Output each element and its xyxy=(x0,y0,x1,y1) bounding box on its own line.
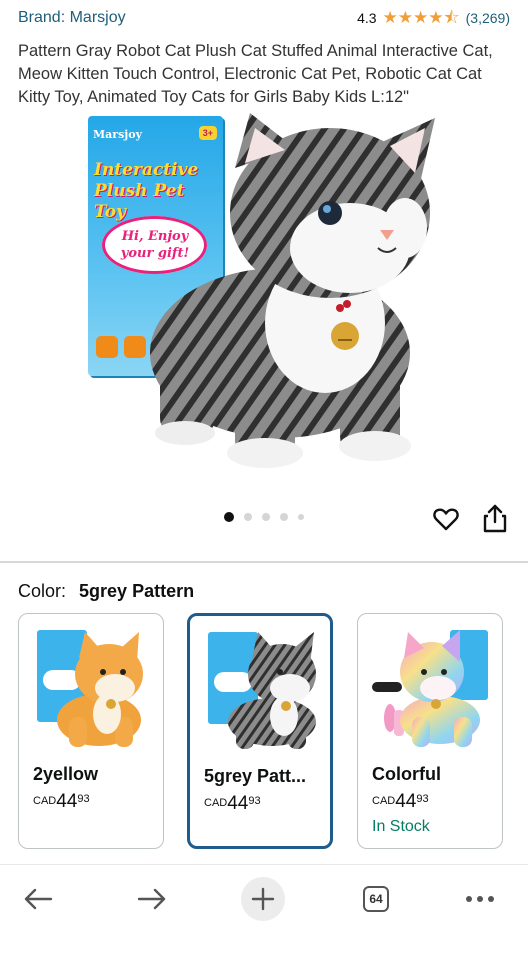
section-divider xyxy=(0,561,528,563)
back-button[interactable] xyxy=(16,877,60,921)
colorful-cat-thumbnail xyxy=(372,630,488,747)
half-star-icon: ⯪ xyxy=(443,8,460,27)
stock-status: In Stock xyxy=(372,818,430,835)
share-icon[interactable] xyxy=(482,503,508,533)
color-label: Color: xyxy=(18,581,67,601)
brand-rating-row: Brand: Marsjoy 4.3 ★ ★ ★ ★ ⯪ (3,269) xyxy=(0,0,528,40)
price-cents: 93 xyxy=(248,795,261,807)
rating-count-link[interactable]: (3,269) xyxy=(466,10,510,26)
star-icon: ★ xyxy=(397,8,414,27)
selected-color-value: 5grey Pattern xyxy=(79,581,195,601)
color-label-row: Color: 5grey Pattern xyxy=(18,581,194,602)
brand-link[interactable]: Brand: Marsjoy xyxy=(18,9,126,27)
heart-icon[interactable] xyxy=(432,505,460,533)
color-option-5grey-pattern[interactable]: 5grey Patt... CAD 44 93 xyxy=(187,613,333,849)
price-amount: 44 xyxy=(395,791,417,812)
star-icon: ★ xyxy=(382,8,398,27)
more-menu-button[interactable] xyxy=(458,877,502,921)
price-currency: CAD xyxy=(372,795,396,807)
color-option-name: 2yellow xyxy=(33,764,99,784)
color-option-name: 5grey Patt... xyxy=(204,766,307,786)
rating-value: 4.3 xyxy=(357,9,377,26)
tabs-count-badge: 64 xyxy=(363,886,389,912)
box-logo: Marsjoy xyxy=(93,128,143,141)
arrow-left-icon xyxy=(24,888,53,910)
grey-cat-plush-image xyxy=(150,113,435,468)
price-currency: CAD xyxy=(33,795,57,807)
arrow-right-icon xyxy=(137,888,166,910)
more-dots-icon xyxy=(466,896,494,902)
color-option-name: Colorful xyxy=(372,764,441,784)
yellow-cat-thumbnail xyxy=(37,630,143,747)
product-title: Pattern Gray Robot Cat Plush Cat Stuffed… xyxy=(18,42,493,106)
star-rating: ★ ★ ★ ★ ⯪ xyxy=(383,9,460,26)
product-image-gallery[interactable]: Marsjoy 3+ Interactive Plush Pet Toy Hi,… xyxy=(0,108,528,483)
plus-icon xyxy=(251,887,275,911)
gallery-dot[interactable] xyxy=(298,514,304,520)
price-amount: 44 xyxy=(227,793,249,814)
color-option-price: CAD 44 93 xyxy=(372,791,429,813)
grey-cat-thumbnail xyxy=(208,632,316,749)
browser-bottom-toolbar: 64 xyxy=(0,864,528,961)
color-swatch-list: 2yellow CAD 44 93 5grey Patt... CAD 44 9… xyxy=(18,613,510,853)
rating-summary[interactable]: 4.3 ★ ★ ★ ★ ⯪ (3,269) xyxy=(357,9,510,26)
tabs-button[interactable]: 64 xyxy=(354,877,398,921)
price-currency: CAD xyxy=(204,797,228,809)
price-amount: 44 xyxy=(56,791,78,812)
gallery-dot[interactable] xyxy=(280,513,288,521)
gallery-dot[interactable] xyxy=(244,513,252,521)
star-icon: ★ xyxy=(428,8,444,27)
color-option-price: CAD 44 93 xyxy=(33,791,90,813)
color-option-2yellow[interactable]: 2yellow CAD 44 93 xyxy=(18,613,164,849)
color-option-price: CAD 44 93 xyxy=(204,793,261,815)
price-cents: 93 xyxy=(416,793,429,805)
forward-button[interactable] xyxy=(130,877,174,921)
new-tab-button[interactable] xyxy=(241,877,285,921)
color-option-colorful[interactable]: Colorful CAD 44 93 In Stock xyxy=(357,613,503,849)
price-cents: 93 xyxy=(77,793,90,805)
gallery-dot-active[interactable] xyxy=(224,512,234,522)
star-icon: ★ xyxy=(413,8,429,27)
gallery-dot[interactable] xyxy=(262,513,270,521)
